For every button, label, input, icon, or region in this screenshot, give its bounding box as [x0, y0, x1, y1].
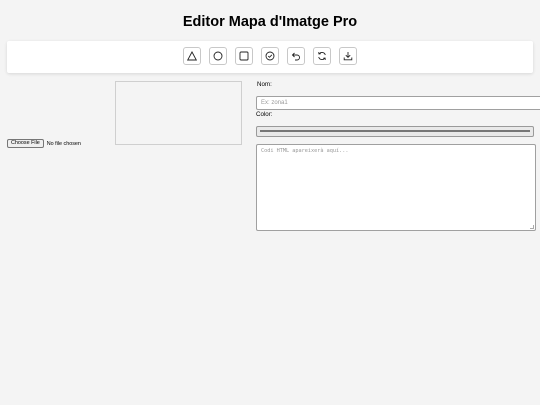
download-button[interactable]	[339, 47, 357, 65]
image-canvas[interactable]	[115, 81, 242, 145]
color-picker[interactable]	[256, 126, 534, 137]
undo-icon	[291, 52, 300, 61]
html-code-output[interactable]: Codi HTML apareixerà aquí...	[256, 144, 536, 231]
toolbar	[7, 41, 533, 73]
check-circle-icon	[265, 51, 275, 61]
square-icon	[239, 51, 249, 61]
color-swatch	[260, 130, 530, 132]
confirm-button[interactable]	[261, 47, 279, 65]
file-picker: Choose File No file chosen	[7, 139, 81, 148]
refresh-icon	[318, 52, 326, 60]
reset-button[interactable]	[313, 47, 331, 65]
name-input-placeholder: Ex: zona1	[261, 100, 288, 106]
download-icon	[343, 52, 353, 61]
circle-icon	[213, 51, 223, 61]
file-status: No file chosen	[46, 140, 81, 147]
polygon-tool-button[interactable]	[183, 47, 201, 65]
resize-handle[interactable]	[530, 225, 534, 229]
choose-file-button[interactable]: Choose File	[7, 139, 44, 148]
page-title: Editor Mapa d'Imatge Pro	[182, 14, 358, 30]
color-label: Color:	[256, 111, 273, 118]
code-placeholder: Codi HTML apareixerà aquí...	[261, 148, 349, 154]
triangle-icon	[187, 51, 197, 61]
rectangle-tool-button[interactable]	[235, 47, 253, 65]
circle-tool-button[interactable]	[209, 47, 227, 65]
undo-button[interactable]	[287, 47, 305, 65]
name-input[interactable]: Ex: zona1	[256, 96, 540, 110]
name-label: Nom:	[257, 81, 272, 88]
